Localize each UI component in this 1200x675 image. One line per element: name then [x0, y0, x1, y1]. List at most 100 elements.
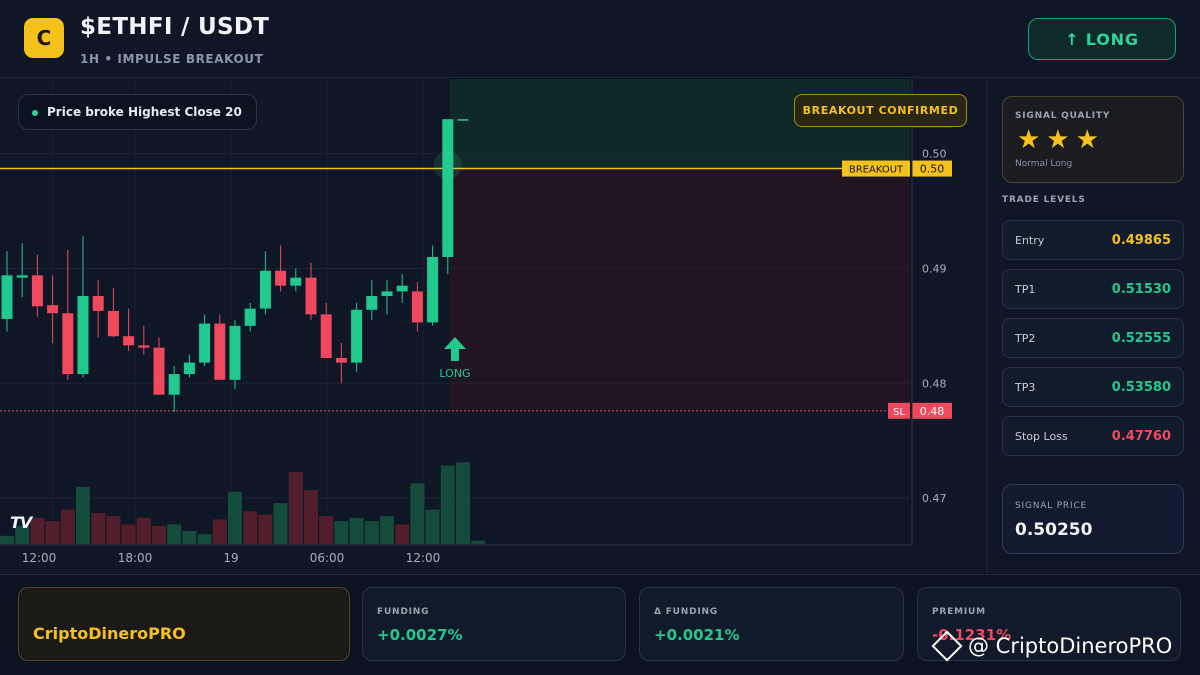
volume-bar — [395, 524, 410, 544]
level-label: TP2 — [1015, 332, 1036, 345]
candle-body — [31, 275, 43, 307]
signal-quality-subtitle: Normal Long — [1015, 159, 1073, 169]
candle-body — [366, 296, 378, 310]
y-tick-label: 0.48 — [922, 377, 947, 390]
candle-body — [138, 345, 150, 348]
volume-bar — [91, 512, 106, 544]
level-label: Stop Loss — [1015, 430, 1068, 443]
volume-bar — [349, 517, 364, 544]
y-tick-label: 0.50 — [922, 148, 947, 161]
candle-body — [381, 291, 393, 296]
level-tp1: TP1 0.51530 — [1002, 269, 1184, 309]
level-label: TP1 — [1015, 283, 1036, 296]
stat-value: +0.0021% — [654, 626, 740, 644]
pair-title: $ETHFI / USDT — [80, 14, 270, 40]
app-logo: C — [24, 18, 64, 58]
stat-label: Δ FUNDING — [654, 607, 719, 617]
brand-card: CriptoDineroPRO — [18, 587, 350, 661]
x-tick-label: 12:00 — [406, 551, 441, 565]
stat-label: FUNDING — [377, 607, 430, 617]
volume-bar — [60, 509, 75, 544]
y-tick-label: 0.47 — [922, 492, 947, 505]
volume-bar — [167, 524, 182, 544]
breakout-tag-label: BREAKOUT — [849, 165, 904, 176]
breakout-info-pill: Price broke Highest Close 20 — [18, 94, 257, 130]
price-chart[interactable]: LONG0.500.490.480.47BREAKOUT0.500.50SL0.… — [0, 79, 985, 573]
volume-bar — [182, 530, 197, 544]
level-value: 0.47760 — [1111, 429, 1171, 444]
volume-bar — [76, 486, 90, 544]
volume-bar — [364, 521, 379, 544]
x-tick-label: 06:00 — [310, 551, 345, 565]
x-tick-label: 12:00 — [22, 551, 57, 565]
candle-body — [214, 323, 226, 380]
candle-body — [305, 277, 317, 315]
candle-body — [229, 325, 241, 380]
volume-bar — [334, 521, 349, 544]
candle-body — [442, 119, 454, 257]
breakout-confirmed-badge: BREAKOUT CONFIRMED — [794, 94, 967, 127]
level-stop-loss: Stop Loss 0.47760 — [1002, 416, 1184, 456]
volume-bar — [0, 535, 14, 544]
candle-body — [259, 270, 271, 309]
candle-body — [199, 323, 211, 363]
level-value: 0.52555 — [1111, 331, 1171, 346]
candle-body — [275, 270, 287, 286]
volume-bar — [440, 465, 455, 544]
candle-body — [153, 347, 165, 395]
volume-bar — [456, 462, 470, 544]
candle-body — [396, 285, 408, 292]
level-tp3: TP3 0.53580 — [1002, 367, 1184, 407]
volume-bar — [380, 516, 394, 544]
sl-price-label: 0.48 — [920, 405, 945, 418]
candle-body — [320, 314, 332, 358]
candle-body — [244, 308, 256, 326]
x-tick-label: 19 — [223, 551, 238, 565]
volume-bar — [243, 511, 258, 544]
breakout-info-text: Price broke Highest Close 20 — [47, 105, 242, 119]
level-value: 0.53580 — [1111, 380, 1171, 395]
delta-funding-card: Δ FUNDING +0.0021% — [639, 587, 904, 661]
candle-body — [335, 358, 347, 363]
signal-quality-card: SIGNAL QUALITY ★★★ Normal Long — [1002, 96, 1184, 183]
signal-price-card: SIGNAL PRICE 0.50250 — [1002, 484, 1184, 554]
candle-body — [47, 305, 59, 314]
candle-body — [457, 119, 469, 121]
stat-value: +0.0027% — [377, 626, 463, 644]
level-label: TP3 — [1015, 381, 1036, 394]
signal-quality-title: SIGNAL QUALITY — [1015, 111, 1111, 121]
long-button[interactable]: ↑ LONG — [1028, 18, 1176, 60]
level-label: Entry — [1015, 234, 1045, 247]
volume-bar — [228, 491, 242, 544]
binance-diamond-icon — [931, 630, 963, 662]
volume-bar — [136, 517, 151, 544]
level-tp2: TP2 0.52555 — [1002, 318, 1184, 358]
timeframe-subtitle: 1H • IMPULSE BREAKOUT — [80, 52, 264, 66]
chart-canvas[interactable]: LONG0.500.490.480.47BREAKOUT0.500.50SL0.… — [0, 79, 985, 573]
volume-bar — [425, 509, 440, 544]
funding-card: FUNDING +0.0027% — [362, 587, 626, 661]
watermark: @ CriptoDineroPRO — [931, 630, 1172, 662]
y-tick-label: 0.49 — [922, 262, 947, 275]
volume-bar — [410, 483, 425, 544]
volume-bar — [471, 540, 486, 544]
volume-bar — [106, 516, 121, 544]
sl-tag-label: SL — [893, 407, 905, 418]
long-marker-label: LONG — [439, 367, 470, 380]
candle-body — [411, 291, 423, 323]
level-value: 0.49865 — [1111, 233, 1171, 248]
candle-body — [123, 336, 135, 346]
volume-bar — [30, 517, 45, 544]
volume-bar — [121, 524, 136, 544]
candle-body — [16, 275, 28, 278]
candle-body — [107, 310, 119, 337]
level-entry: Entry 0.49865 — [1002, 220, 1184, 260]
star-rating-icon: ★★★ — [1017, 125, 1105, 155]
tradingview-logo-icon: TV — [10, 513, 32, 532]
volume-bar — [304, 490, 318, 544]
trade-levels-title: TRADE LEVELS — [1002, 195, 1086, 205]
volume-bar — [212, 519, 227, 544]
candle-body — [1, 275, 13, 319]
candle-body — [92, 296, 104, 311]
status-dot-icon — [32, 110, 38, 116]
